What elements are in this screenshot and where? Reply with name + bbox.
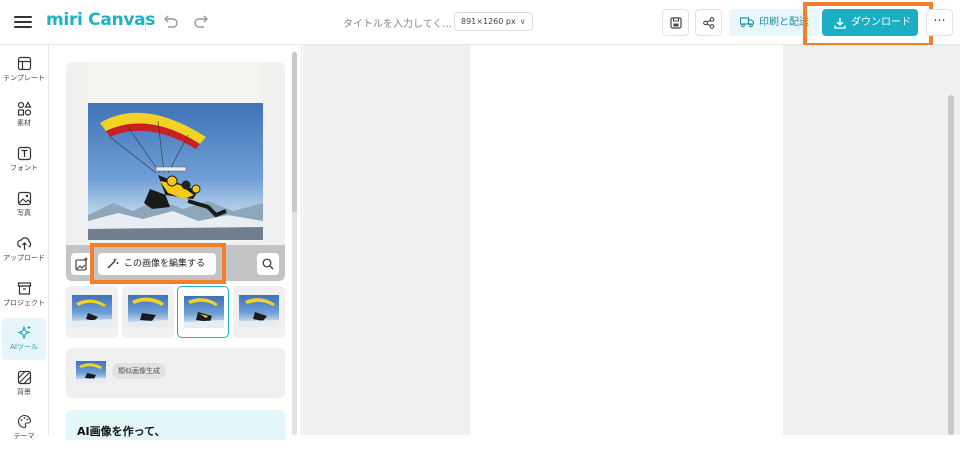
thumbnail-photo <box>184 296 224 328</box>
thumbnail-3-selected[interactable] <box>177 286 229 338</box>
project-icon <box>17 282 31 295</box>
zoom-image-button[interactable] <box>257 253 279 275</box>
search-icon <box>262 258 274 270</box>
sidebar-item-ai-tools[interactable]: AIツール <box>2 318 46 360</box>
workspace-scrollbar[interactable] <box>948 95 954 435</box>
sidebar-item-font[interactable]: フォント <box>0 139 48 181</box>
sidebar-item-label: テーマ <box>13 432 35 440</box>
save-icon <box>670 17 682 29</box>
sidebar-item-label: テンプレート <box>3 74 45 82</box>
sidebar-item-label: 素材 <box>17 119 31 127</box>
thumbnail-2[interactable] <box>122 286 174 338</box>
title-input[interactable]: タイトルを入力してく... <box>343 15 452 30</box>
hamburger-menu-icon[interactable] <box>14 13 32 31</box>
sidebar-item-photo[interactable]: 写真 <box>0 184 48 226</box>
sidebar-item-project[interactable]: プロジェクト <box>0 274 48 316</box>
edit-image-button[interactable]: この画像を編集する <box>98 253 216 275</box>
chevron-down-icon: ∨ <box>519 17 526 26</box>
undo-icon[interactable] <box>162 12 180 30</box>
similar-image-label[interactable]: 類似画像生成 <box>112 363 166 379</box>
photo-icon <box>17 191 31 206</box>
thumbnail-1[interactable] <box>66 286 118 338</box>
thumbnail-photo <box>239 295 279 327</box>
sidebar-item-label: 背景 <box>17 388 31 396</box>
share-icon <box>703 17 715 29</box>
skydiving-illustration <box>88 112 263 240</box>
sidebar-item-background[interactable]: 背景 <box>0 363 48 405</box>
sidebar-item-label: プロジェクト <box>3 299 45 307</box>
thumbnail-photo <box>128 295 168 327</box>
download-button-label: ダウンロード <box>851 17 911 28</box>
toolbar-divider <box>145 13 146 31</box>
sidebar-item-label: AIツール <box>10 343 38 351</box>
similar-image-thumbnail <box>76 361 106 383</box>
background-icon <box>17 370 31 385</box>
sidebar-item-label: アップロード <box>3 254 45 262</box>
similar-image-card[interactable] <box>66 348 285 398</box>
upload-icon <box>16 237 31 250</box>
sidebar-item-elements[interactable]: 素材 <box>0 94 48 136</box>
theme-icon <box>17 414 31 429</box>
sidebar-item-label: 写真 <box>17 209 31 217</box>
edit-image-label: この画像を編集する <box>124 259 206 269</box>
promo-heading: AI画像を作って、 <box>77 425 166 438</box>
thumbnail-4[interactable] <box>233 286 285 338</box>
sidebar-item-theme[interactable]: テーマ <box>0 407 48 449</box>
more-options-button[interactable]: ··· <box>926 9 953 36</box>
ai-image-icon <box>75 257 88 271</box>
truck-icon <box>740 17 754 28</box>
sidebar-rail: テンプレート 素材 フォント 写真 アップロード プロジェクト AIツール 背景… <box>0 45 49 440</box>
font-icon <box>17 146 31 161</box>
app-logo[interactable]: miri Canvas <box>46 10 155 30</box>
share-button[interactable] <box>695 9 722 36</box>
thumbnail-photo <box>72 295 112 327</box>
elements-icon <box>17 101 32 116</box>
design-page[interactable] <box>470 45 783 435</box>
print-button-label: 印刷と配送 <box>759 17 809 28</box>
variation-thumbnails <box>66 286 285 338</box>
sidebar-item-upload[interactable]: アップロード <box>0 229 48 271</box>
magic-wand-icon <box>107 258 119 269</box>
download-button[interactable]: ダウンロード <box>822 9 918 36</box>
sidebar-item-template[interactable]: テンプレート <box>0 49 48 91</box>
download-icon <box>834 18 846 29</box>
redo-icon[interactable] <box>192 12 210 30</box>
skydiving-photo[interactable] <box>88 103 263 240</box>
sidebar-item-label: フォント <box>10 164 38 172</box>
top-toolbar: miri Canvas タイトルを入力してく... 891×1260 px∨ <box>0 0 960 47</box>
panel-scrollbar-thumb[interactable] <box>292 52 297 212</box>
ai-sparkle-icon <box>17 325 30 340</box>
canvas-size-label: 891×1260 px <box>461 17 516 26</box>
save-button[interactable] <box>662 9 689 36</box>
template-icon <box>17 56 31 71</box>
canvas-size-dropdown[interactable]: 891×1260 px ∨ <box>454 12 533 31</box>
